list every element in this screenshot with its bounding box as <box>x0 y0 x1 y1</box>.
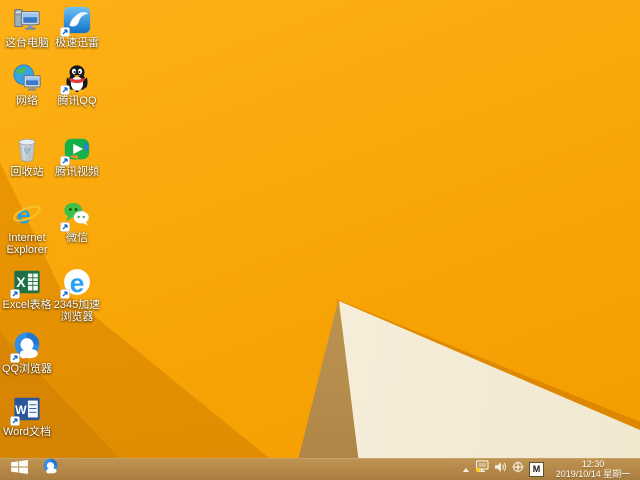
start-button[interactable] <box>5 458 33 480</box>
wechat-bubbles-icon <box>60 200 92 232</box>
desktop-icon-tencent-qq[interactable]: 腾讯QQ <box>49 63 105 107</box>
crosshair-circle-tray-icon[interactable] <box>512 460 524 478</box>
network-globe-icon <box>12 63 42 93</box>
icon-label: 2345加速浏览器 <box>53 299 101 323</box>
qq-browser-cloud-icon <box>42 458 59 480</box>
icon-label: 回收站 <box>10 166 44 178</box>
crosshair-circle-icon <box>512 460 524 478</box>
taskbar-clock[interactable]: 12:30 2019/10/14 星期一 <box>549 459 637 479</box>
svg-text:e: e <box>70 268 85 297</box>
desktop-icon-2345-browser[interactable]: e 2345加速浏览器 <box>49 267 105 323</box>
desktop-icon-wechat[interactable]: 微信 <box>49 200 105 244</box>
icon-label: Excel表格 <box>2 299 52 311</box>
windows-logo-icon <box>10 459 28 479</box>
icon-label: 腾讯视频 <box>55 166 99 178</box>
taskbar-app-qq-browser[interactable] <box>37 458 63 480</box>
tencent-video-play-icon <box>60 134 92 166</box>
desktop-icon-recycle-bin[interactable]: 回收站 <box>0 134 55 178</box>
word-icon: W <box>10 394 42 426</box>
chevron-up-icon <box>462 460 470 478</box>
qq-browser-cloud-icon <box>10 331 42 363</box>
shortcut-arrow-icon <box>10 416 20 426</box>
svg-text:e: e <box>17 201 31 229</box>
this-pc-icon <box>12 5 42 35</box>
shortcut-arrow-icon <box>60 85 70 95</box>
desktop-icon-internet-explorer[interactable]: e Internet Explorer <box>0 200 55 256</box>
show-hidden-icons-button[interactable] <box>462 460 470 478</box>
excel-icon: X <box>10 267 42 299</box>
2345-browser-e-icon: e <box>60 267 92 299</box>
taskbar: M 12:30 2019/10/14 星期一 <box>0 458 640 480</box>
network-warning-icon <box>475 460 489 478</box>
system-tray: M 12:30 2019/10/14 星期一 <box>462 458 640 480</box>
icon-label: 极速迅雷 <box>55 37 99 49</box>
shortcut-arrow-icon <box>10 353 20 363</box>
desktop-icon-word[interactable]: W Word文档 <box>0 394 55 438</box>
qq-penguin-icon <box>60 63 92 95</box>
shortcut-arrow-icon <box>60 289 70 299</box>
volume-tray-icon[interactable] <box>494 460 507 478</box>
clock-time: 12:30 <box>581 459 605 469</box>
desktop-icon-qq-browser[interactable]: QQ浏览器 <box>0 331 55 375</box>
network-status-tray-icon[interactable] <box>475 460 489 478</box>
speaker-icon <box>494 460 507 478</box>
ime-indicator[interactable]: M <box>529 461 544 477</box>
icon-label: Word文档 <box>2 426 52 438</box>
svg-text:X: X <box>16 274 26 290</box>
clock-date: 2019/10/14 星期一 <box>555 469 631 479</box>
shortcut-arrow-icon <box>60 156 70 166</box>
desktop-icon-xunlei[interactable]: 极速迅雷 <box>49 5 105 49</box>
desktop-icon-excel[interactable]: X Excel表格 <box>0 267 55 311</box>
icon-label: Internet Explorer <box>6 232 48 256</box>
internet-explorer-icon: e <box>12 200 42 230</box>
shortcut-arrow-icon <box>60 27 70 37</box>
icon-label: QQ浏览器 <box>1 363 53 375</box>
desktop-icon-network[interactable]: 网络 <box>0 63 55 107</box>
icon-label: 这台电脑 <box>5 37 49 49</box>
icon-label: 腾讯QQ <box>57 95 97 107</box>
icon-label: 微信 <box>66 232 88 244</box>
desktop-icon-this-pc[interactable]: 这台电脑 <box>0 5 55 49</box>
icon-label: 网络 <box>16 95 38 107</box>
shortcut-arrow-icon <box>10 289 20 299</box>
xunlei-bird-icon <box>60 5 92 37</box>
shortcut-arrow-icon <box>60 222 70 232</box>
recycle-bin-icon <box>12 134 42 164</box>
desktop-icon-tencent-video[interactable]: 腾讯视频 <box>49 134 105 178</box>
desktop: 这台电脑 极速迅雷 网络 腾讯QQ 回收站 腾讯视频 e Internet Ex… <box>0 0 640 480</box>
